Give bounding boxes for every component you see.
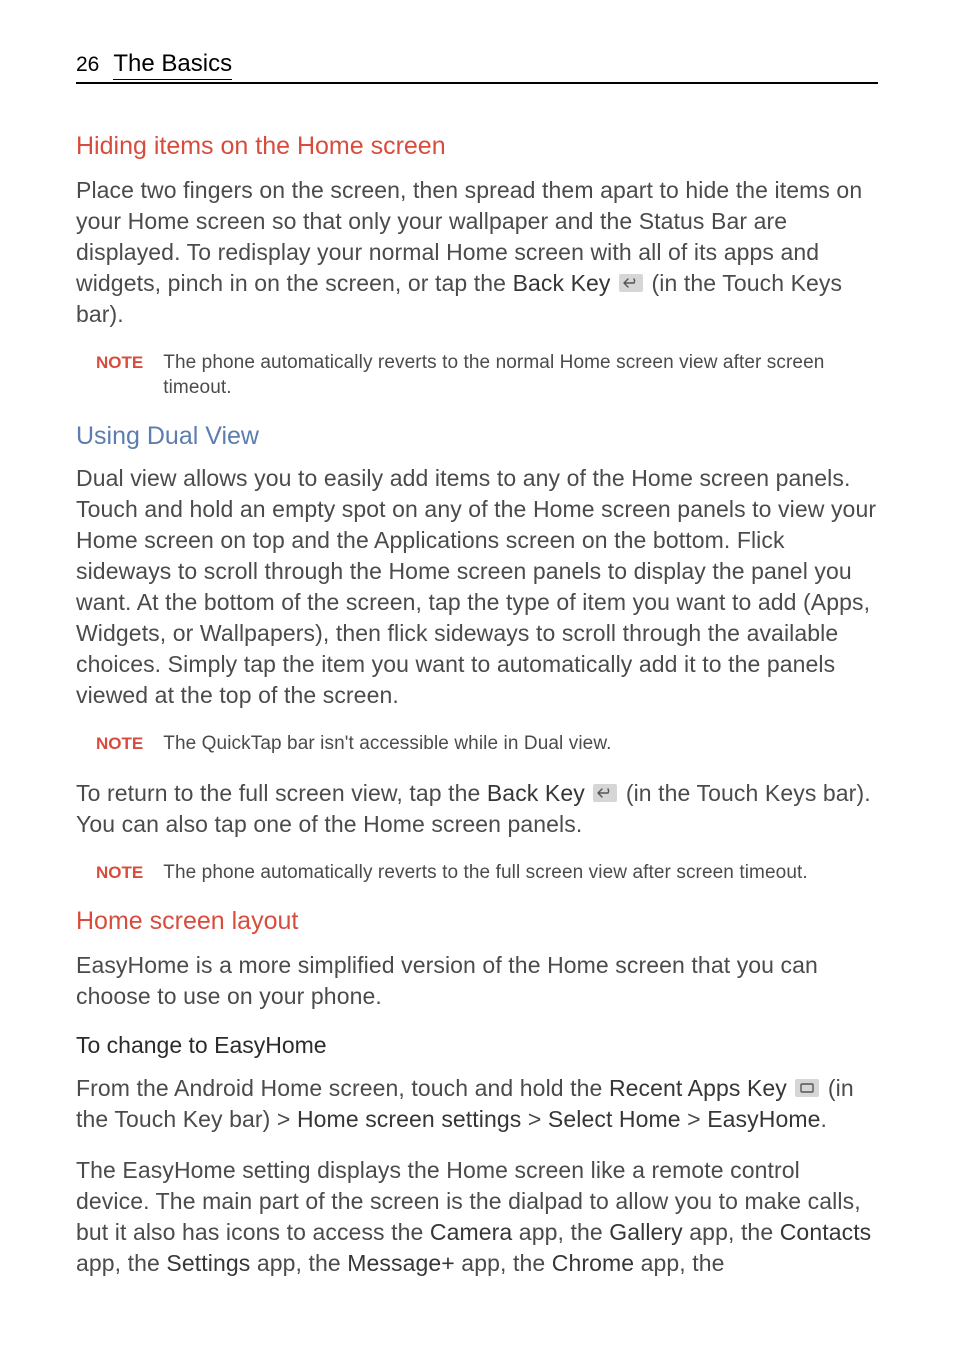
- paragraph-hiding: Place two fingers on the screen, then sp…: [76, 175, 878, 330]
- back-key-label: Back Key: [487, 780, 585, 806]
- note-label: NOTE: [96, 353, 143, 373]
- page-number: 26: [76, 53, 99, 77]
- easyhome-label: EasyHome: [707, 1106, 820, 1132]
- text: app, the: [76, 1250, 166, 1276]
- note-hiding: NOTE The phone automatically reverts to …: [96, 350, 878, 400]
- paragraph-layout-2: From the Android Home screen, touch and …: [76, 1073, 878, 1135]
- note-label: NOTE: [96, 734, 143, 754]
- text: To return to the full screen view, tap t…: [76, 780, 487, 806]
- paragraph-layout-3: The EasyHome setting displays the Home s…: [76, 1155, 878, 1279]
- note-text: The phone automatically reverts to the f…: [163, 860, 808, 885]
- select-home-label: Select Home: [548, 1106, 681, 1132]
- text: >: [521, 1106, 548, 1132]
- page-header: 26 The Basics: [76, 50, 878, 84]
- messageplus-app-label: Message+: [347, 1250, 455, 1276]
- back-key-icon: [593, 784, 617, 802]
- heading-dual-view: Using Dual View: [76, 422, 878, 451]
- home-screen-settings-label: Home screen settings: [297, 1106, 521, 1132]
- recent-apps-key-label: Recent Apps Key: [609, 1075, 787, 1101]
- note-dual-1: NOTE The QuickTap bar isn't accessible w…: [96, 731, 878, 756]
- section-title: The Basics: [113, 50, 232, 80]
- note-text: The phone automatically reverts to the n…: [163, 350, 878, 400]
- text: .: [821, 1106, 828, 1132]
- note-text: The QuickTap bar isn't accessible while …: [163, 731, 611, 756]
- paragraph-dual-2: To return to the full screen view, tap t…: [76, 778, 878, 840]
- heading-hiding-items: Hiding items on the Home screen: [76, 132, 878, 161]
- back-key-icon: [619, 274, 643, 292]
- settings-app-label: Settings: [166, 1250, 250, 1276]
- camera-app-label: Camera: [430, 1219, 512, 1245]
- back-key-label: Back Key: [513, 270, 611, 296]
- text: app, the: [683, 1219, 780, 1245]
- chrome-app-label: Chrome: [552, 1250, 634, 1276]
- contacts-app-label: Contacts: [780, 1219, 872, 1245]
- gallery-app-label: Gallery: [609, 1219, 683, 1245]
- text: app, the: [455, 1250, 552, 1276]
- heading-home-layout: Home screen layout: [76, 907, 878, 936]
- subheading-easyhome: To change to EasyHome: [76, 1032, 878, 1059]
- text: From the Android Home screen, touch and …: [76, 1075, 609, 1101]
- text: app, the: [512, 1219, 609, 1245]
- text: app, the: [634, 1250, 724, 1276]
- text: app, the: [250, 1250, 347, 1276]
- recent-apps-key-icon: [795, 1079, 819, 1097]
- note-label: NOTE: [96, 863, 143, 883]
- text: >: [681, 1106, 708, 1132]
- paragraph-layout-1: EasyHome is a more simplified version of…: [76, 950, 878, 1012]
- paragraph-dual-1: Dual view allows you to easily add items…: [76, 463, 878, 711]
- note-dual-2: NOTE The phone automatically reverts to …: [96, 860, 878, 885]
